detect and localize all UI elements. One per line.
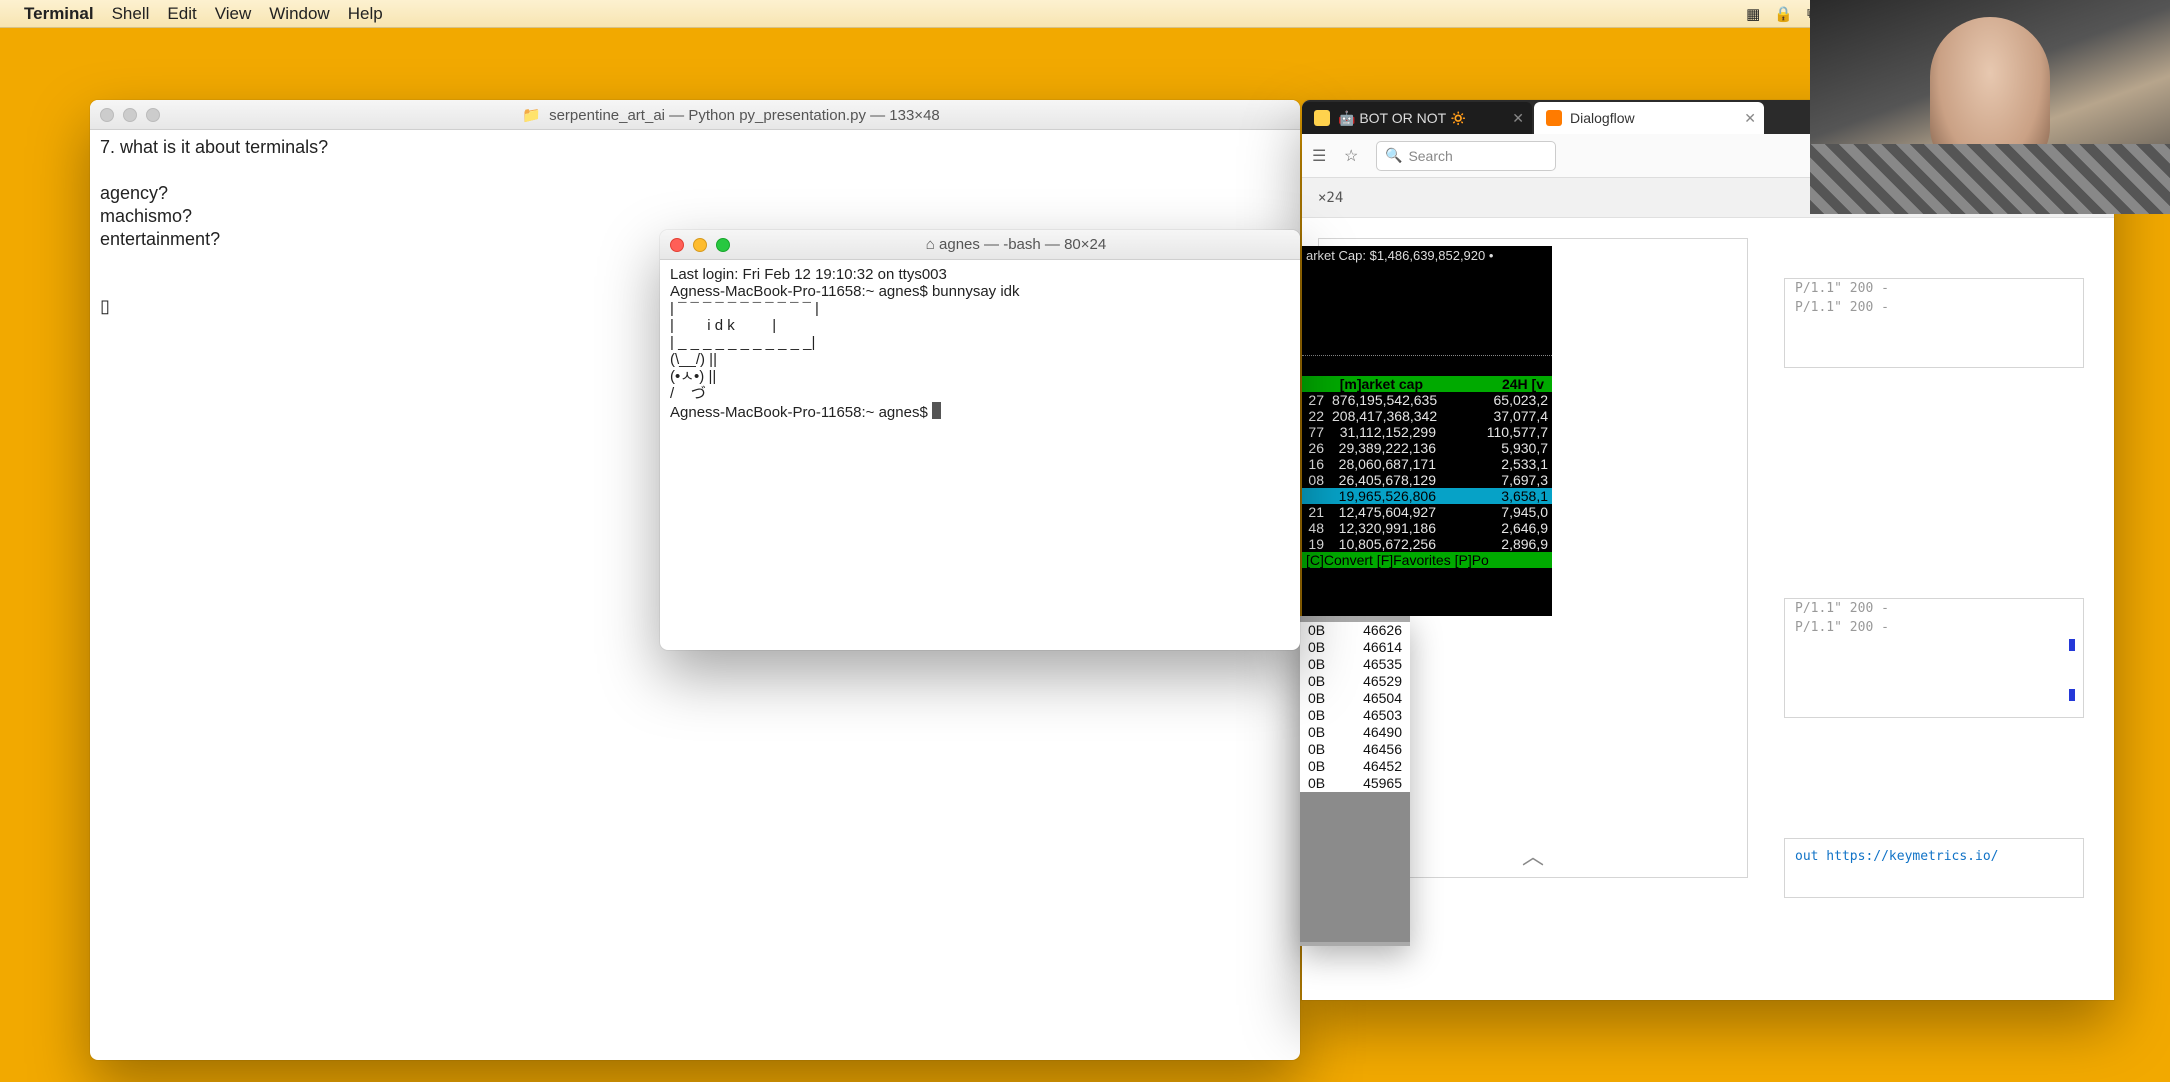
data-row: 0B46535 — [1300, 656, 1410, 673]
close-button[interactable] — [100, 108, 114, 122]
log-line: P/1.1" 200 - — [1785, 618, 2083, 637]
terminal-output[interactable]: Last login: Fri Feb 12 19:10:32 on ttys0… — [660, 260, 1300, 427]
close-tab-icon[interactable]: ✕ — [1744, 110, 1756, 127]
log-panel-1: P/1.1" 200 - P/1.1" 200 - — [1784, 278, 2084, 368]
scroll-marker — [2069, 639, 2075, 651]
crypto-row: 4812,320,991,1862,646,9 — [1302, 520, 1552, 536]
tab-label: 🤖 BOT OR NOT 🔅 — [1338, 110, 1467, 127]
window-title: 📁 serpentine_art_ai — Python py_presenta… — [172, 106, 1290, 124]
data-row: 0B46452 — [1300, 758, 1410, 775]
log-line: P/1.1" 200 - — [1785, 599, 2083, 618]
titlebar[interactable]: ⌂ agnes — -bash — 80×24 — [660, 230, 1300, 260]
log-line: P/1.1" 200 - — [1785, 279, 2083, 298]
tab-dialogflow[interactable]: Dialogflow ✕ — [1534, 102, 1764, 134]
folder-icon: 📁 — [522, 107, 541, 124]
scroll-marker — [2069, 689, 2075, 701]
webcam-overlay — [1810, 0, 2170, 214]
menu-window[interactable]: Window — [269, 4, 329, 24]
window-title: ⌂ agnes — -bash — 80×24 — [742, 236, 1290, 253]
data-row: 0B46490 — [1300, 724, 1410, 741]
data-row: 0B46504 — [1300, 690, 1410, 707]
chevron-up-icon[interactable]: ︿ — [1522, 839, 1544, 871]
grid-icon[interactable]: ▦ — [1746, 5, 1760, 23]
log-panel-2: P/1.1" 200 - P/1.1" 200 - — [1784, 598, 2084, 718]
log-line: P/1.1" 200 - — [1785, 298, 2083, 317]
crypto-table-header: [m]arket cap 24H [v — [1302, 376, 1552, 392]
crypto-terminal-window[interactable]: arket Cap: $1,486,639,852,920 • [m]arket… — [1302, 246, 1552, 616]
ascii-chart — [1302, 266, 1552, 376]
data-row: 0B46529 — [1300, 673, 1410, 690]
sub-dimensions: ×24 — [1318, 190, 1343, 206]
reader-icon[interactable]: ☰ — [1312, 146, 1332, 166]
crypto-row: 1910,805,672,2562,896,9 — [1302, 536, 1552, 552]
data-row: 0B45965 — [1300, 775, 1410, 792]
search-placeholder: Search — [1408, 148, 1452, 164]
active-app-name[interactable]: Terminal — [24, 4, 94, 24]
close-tab-icon[interactable]: ✕ — [1512, 110, 1524, 127]
market-cap-label: arket Cap: $1,486,639,852,920 • — [1302, 246, 1552, 266]
minimize-button[interactable] — [123, 108, 137, 122]
data-row: 0B46614 — [1300, 639, 1410, 656]
tab-bot-or-not[interactable]: 🤖 BOT OR NOT 🔅 ✕ — [1302, 102, 1532, 134]
crypto-row: 2629,389,222,1365,930,7 — [1302, 440, 1552, 456]
keymetrics-link[interactable]: out https://keymetrics.io/ — [1795, 849, 1999, 864]
data-row: 0B46503 — [1300, 707, 1410, 724]
menu-view[interactable]: View — [215, 4, 252, 24]
menu-edit[interactable]: Edit — [167, 4, 196, 24]
cursor — [932, 402, 941, 419]
search-input[interactable]: 🔍 Search — [1376, 141, 1556, 171]
crypto-row: 7731,112,152,299110,577,7 — [1302, 424, 1552, 440]
crypto-row: 22208,417,368,34237,077,4 — [1302, 408, 1552, 424]
crypto-row: 19,965,526,8063,658,1 — [1302, 488, 1552, 504]
grey-empty-area — [1300, 792, 1410, 942]
menu-shell[interactable]: Shell — [112, 4, 150, 24]
terminal-bash-window[interactable]: ⌂ agnes — -bash — 80×24 Last login: Fri … — [660, 230, 1300, 650]
minimize-button[interactable] — [693, 238, 707, 252]
crypto-row: 1628,060,687,1712,533,1 — [1302, 456, 1552, 472]
presenter-scarf — [1810, 144, 2170, 214]
home-icon: ⌂ — [926, 236, 935, 253]
tab-favicon — [1314, 110, 1330, 126]
close-button[interactable] — [670, 238, 684, 252]
menu-help[interactable]: Help — [348, 4, 383, 24]
zoom-button[interactable] — [716, 238, 730, 252]
grey-data-window[interactable]: 0B466260B466140B465350B465290B465040B465… — [1300, 616, 1410, 946]
tab-favicon — [1546, 110, 1562, 126]
search-icon: 🔍 — [1385, 147, 1402, 164]
lock-icon[interactable]: 🔒 — [1774, 5, 1793, 23]
link-panel: out https://keymetrics.io/ — [1784, 838, 2084, 898]
crypto-row: 2112,475,604,9277,945,0 — [1302, 504, 1552, 520]
bookmark-icon[interactable]: ☆ — [1344, 146, 1364, 166]
crypto-row: 27876,195,542,63565,023,2 — [1302, 392, 1552, 408]
crypto-footer: [C]Convert [F]Favorites [P]Po — [1302, 552, 1552, 568]
data-row: 0B46626 — [1300, 622, 1410, 639]
tab-label: Dialogflow — [1570, 110, 1635, 126]
zoom-button[interactable] — [146, 108, 160, 122]
titlebar[interactable]: 📁 serpentine_art_ai — Python py_presenta… — [90, 100, 1300, 130]
data-row: 0B46456 — [1300, 741, 1410, 758]
crypto-row: 0826,405,678,1297,697,3 — [1302, 472, 1552, 488]
